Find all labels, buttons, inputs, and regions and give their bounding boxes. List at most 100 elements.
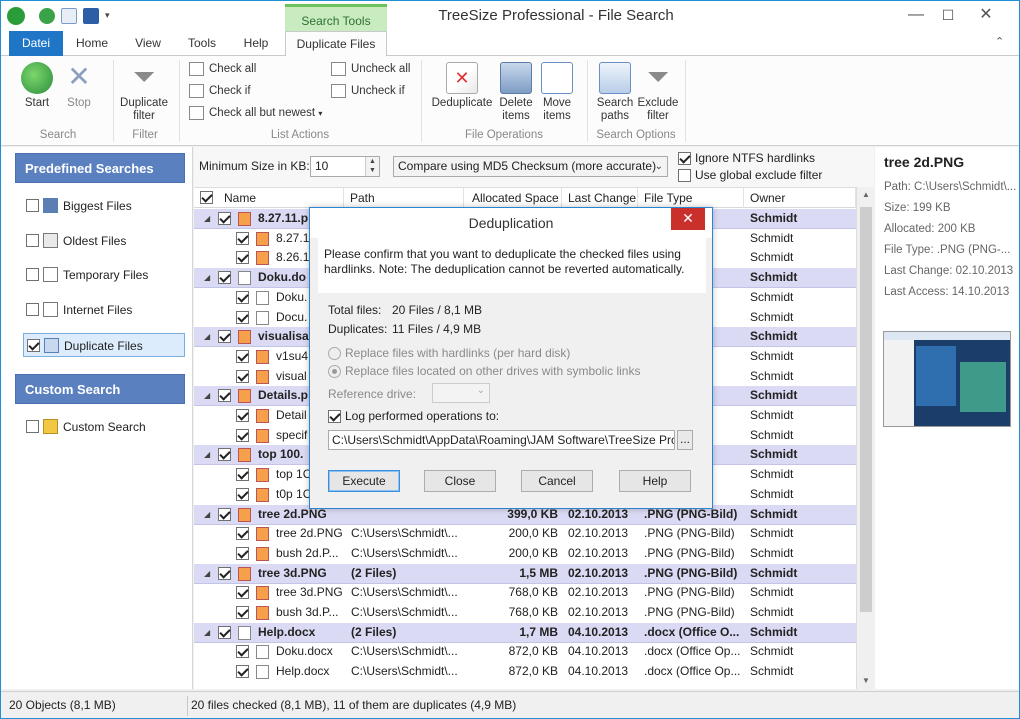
column-path[interactable]: Path — [344, 188, 464, 208]
row-checkbox[interactable] — [236, 606, 249, 619]
hardlinks-radio[interactable] — [328, 347, 341, 360]
row-checkbox[interactable] — [236, 428, 249, 442]
compare-mode-select[interactable]: Compare using MD5 Checksum (more accurat… — [393, 156, 668, 177]
checkbox[interactable] — [26, 268, 39, 281]
row-checkbox[interactable] — [218, 330, 231, 344]
move-items-button[interactable]: Move items — [539, 62, 575, 123]
check-if-button[interactable]: Check if — [189, 82, 251, 100]
column-name[interactable]: Name — [194, 188, 344, 208]
collapse-icon[interactable]: ◢ — [204, 268, 210, 287]
tab-home[interactable]: Home — [67, 31, 117, 56]
close-window-button[interactable]: ✕ — [971, 1, 1001, 31]
column-owner[interactable]: Owner — [744, 188, 856, 208]
select-all-checkbox[interactable] — [200, 191, 213, 204]
run-icon[interactable] — [39, 8, 55, 24]
row-checkbox[interactable] — [236, 290, 249, 304]
row-checkbox[interactable] — [236, 468, 249, 482]
row-checkbox[interactable] — [236, 409, 249, 422]
global-exclude-checkbox[interactable]: Use global exclude filter — [678, 168, 822, 184]
row-checkbox[interactable] — [236, 586, 249, 600]
save-icon[interactable] — [83, 8, 99, 24]
uncheck-all-button[interactable]: Uncheck all — [331, 60, 410, 78]
table-row[interactable]: Doku.docx C:\Users\Schmidt\... 872,0 KB 04.… — [194, 642, 856, 662]
tab-datei[interactable]: Datei — [9, 31, 63, 56]
row-checkbox[interactable] — [236, 310, 249, 324]
checkbox[interactable] — [26, 234, 39, 247]
minimize-button[interactable]: — — [901, 1, 931, 31]
cancel-button[interactable]: Cancel — [521, 470, 593, 492]
table-row[interactable]: Help.docx C:\Users\Schmidt\... 872,0 KB 04.… — [194, 662, 856, 682]
search-paths-button[interactable]: Search paths — [595, 62, 635, 123]
close-button[interactable]: Close — [424, 470, 496, 492]
stepper-arrows-icon[interactable]: ▲ ▼ — [365, 157, 379, 176]
log-path-input[interactable]: C:\Users\Schmidt\AppData\Roaming\JAM Sof… — [328, 430, 675, 450]
column-file-type[interactable]: File Type — [638, 188, 744, 208]
tab-help[interactable]: Help — [233, 31, 279, 56]
row-checkbox[interactable] — [218, 566, 231, 580]
checkbox[interactable] — [26, 303, 39, 316]
uncheck-if-button[interactable]: Uncheck if — [331, 82, 405, 100]
check-all-button[interactable]: Check all — [189, 60, 256, 78]
scroll-down-icon[interactable]: ▼ — [857, 673, 875, 689]
tab-duplicate-files[interactable]: Duplicate Files — [285, 31, 387, 57]
collapse-ribbon-icon[interactable]: ⌃ — [995, 35, 1004, 48]
scroll-up-icon[interactable]: ▲ — [857, 187, 875, 203]
row-checkbox[interactable] — [218, 507, 231, 521]
predefined-oldest-files[interactable]: Oldest Files — [23, 229, 185, 253]
collapse-icon[interactable]: ◢ — [204, 564, 210, 583]
log-operations-checkbox[interactable] — [328, 410, 341, 423]
row-checkbox[interactable] — [236, 665, 249, 679]
collapse-icon[interactable]: ◢ — [204, 386, 210, 405]
treesize-app-icon[interactable] — [7, 7, 25, 25]
row-checkbox[interactable] — [236, 231, 249, 245]
predefined-temporary-files[interactable]: Temporary Files — [23, 263, 185, 287]
row-checkbox[interactable] — [218, 625, 231, 639]
quick-access-dropdown-icon[interactable]: ▾ — [105, 10, 110, 21]
column-allocated-space[interactable]: Allocated Space — [464, 188, 562, 208]
row-checkbox[interactable] — [236, 546, 249, 560]
predefined-internet-files[interactable]: Internet Files — [23, 298, 185, 322]
checkbox[interactable] — [678, 152, 691, 165]
row-checkbox[interactable] — [218, 212, 231, 225]
execute-button[interactable]: Execute — [328, 470, 400, 492]
column-last-change[interactable]: Last Change — [562, 188, 638, 208]
row-checkbox[interactable] — [218, 448, 231, 462]
collapse-icon[interactable]: ◢ — [204, 623, 210, 642]
refresh-icon[interactable] — [61, 8, 77, 24]
row-checkbox[interactable] — [218, 271, 231, 285]
tab-tools[interactable]: Tools — [179, 31, 225, 56]
browse-button[interactable]: ... — [677, 430, 693, 450]
row-checkbox[interactable] — [218, 389, 231, 403]
table-row[interactable]: bush 3d.P... C:\Users\Schmidt\... 768,0 KB… — [194, 603, 856, 623]
table-row[interactable]: bush 2d.P... C:\Users\Schmidt\... 200,0 KB… — [194, 544, 856, 564]
checkbox[interactable] — [26, 199, 39, 212]
checkbox[interactable] — [27, 339, 40, 352]
collapse-icon[interactable]: ◢ — [204, 445, 210, 464]
tab-view[interactable]: View — [125, 31, 171, 56]
symlinks-radio[interactable] — [328, 365, 341, 378]
help-button[interactable]: Help — [619, 470, 691, 492]
exclude-filter-button[interactable]: ⏷ Exclude filter — [637, 62, 679, 123]
stop-button[interactable]: ✕ Stop — [61, 62, 97, 110]
min-size-stepper[interactable]: 10 ▲ ▼ — [310, 156, 380, 177]
checkbox[interactable] — [678, 169, 691, 182]
check-all-but-newest-button[interactable]: Check all but newest ▾ — [189, 104, 322, 122]
start-button[interactable]: Start — [19, 62, 55, 110]
dialog-close-icon[interactable]: ✕ — [671, 208, 705, 230]
collapse-icon[interactable]: ◢ — [204, 209, 210, 228]
row-checkbox[interactable] — [236, 251, 249, 265]
checkbox[interactable] — [26, 420, 39, 433]
maximize-button[interactable]: ☐ — [933, 1, 963, 31]
duplicate-group-row[interactable]: ◢ tree 3d.PNG (2 Files) 1,5 MB 02.10.2013 .PN… — [194, 563, 856, 584]
reference-drive-select[interactable]: ⌄ — [432, 383, 490, 403]
vertical-scrollbar[interactable]: ▲ ▼ — [856, 187, 874, 689]
ignore-hardlinks-checkbox[interactable]: Ignore NTFS hardlinks — [678, 151, 815, 167]
collapse-icon[interactable]: ◢ — [204, 327, 210, 346]
row-checkbox[interactable] — [236, 369, 249, 383]
collapse-icon[interactable]: ◢ — [204, 505, 210, 524]
duplicate-filter-button[interactable]: ⏷ Duplicate filter — [117, 62, 171, 123]
scroll-thumb[interactable] — [860, 207, 872, 612]
delete-items-button[interactable]: Delete items — [497, 62, 535, 123]
predefined-biggest-files[interactable]: Biggest Files — [23, 194, 185, 218]
row-checkbox[interactable] — [236, 487, 249, 501]
